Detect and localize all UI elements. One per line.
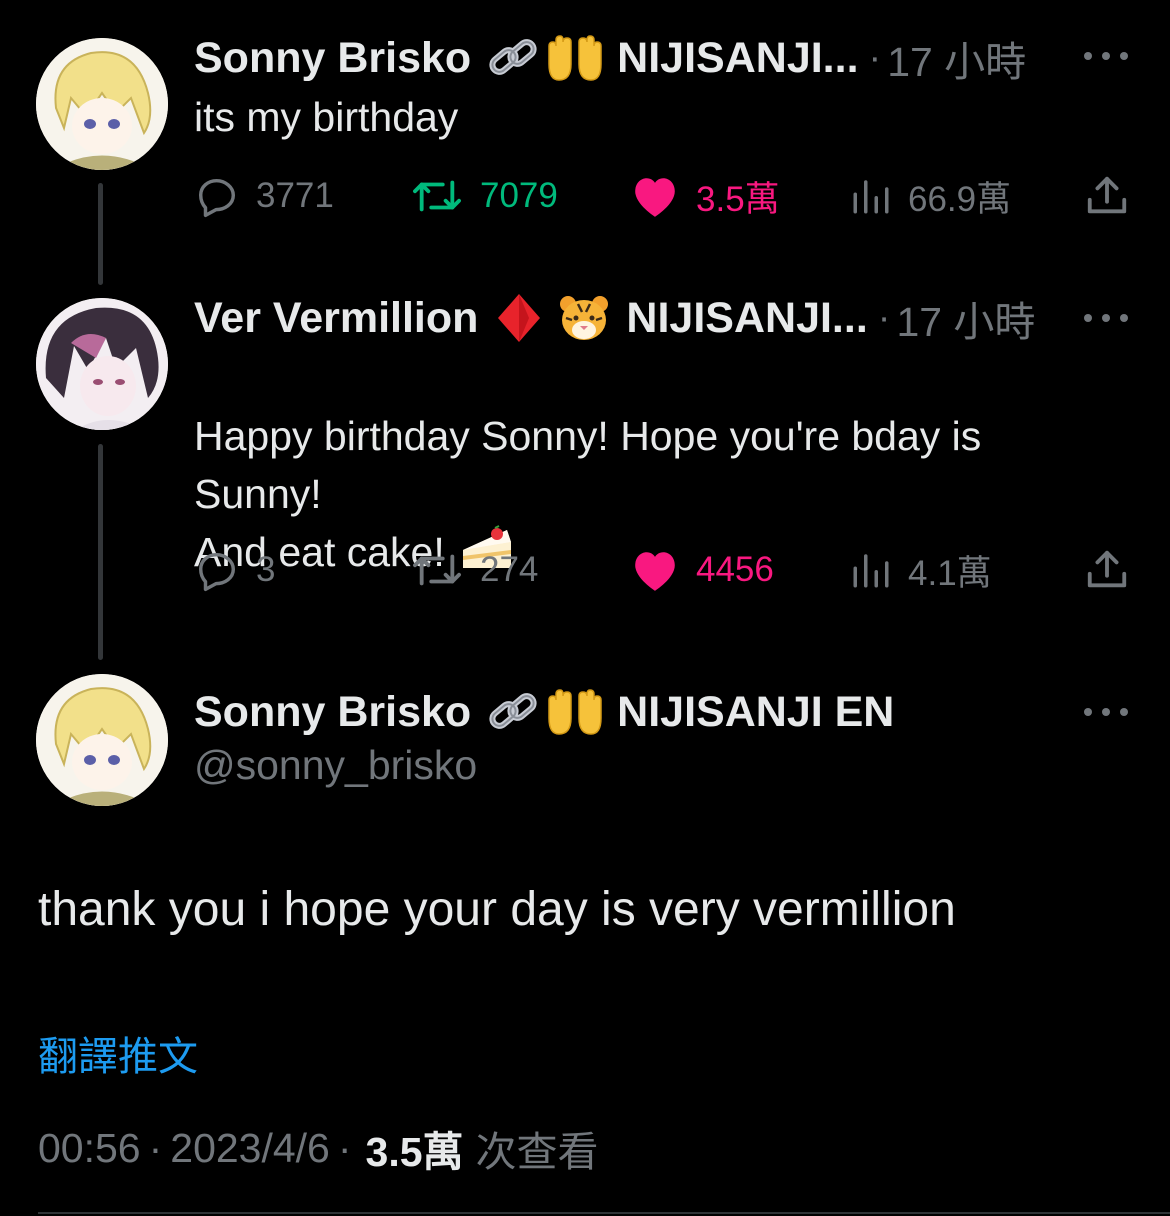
more-options-icon[interactable] <box>1084 312 1128 324</box>
like-button[interactable]: 4456 <box>630 540 774 600</box>
divider <box>38 1212 1170 1214</box>
thread-line <box>98 444 103 660</box>
retweet-icon <box>413 180 461 212</box>
tweet-actions: 3 274 4456 4.1萬 <box>194 540 1134 600</box>
tweet-text: its my birthday <box>194 94 459 140</box>
reply-button[interactable]: 3771 <box>194 166 334 226</box>
org-name: NIJISANJI EN <box>617 687 895 736</box>
views-button[interactable]: 66.9萬 <box>850 166 1011 226</box>
display-name[interactable]: Ver Vermillion <box>194 294 478 343</box>
raised-hands-icon <box>545 688 605 736</box>
like-button[interactable]: 3.5萬 <box>630 166 780 226</box>
reply-icon <box>198 178 236 218</box>
retweet-button[interactable]: 7079 <box>410 166 558 226</box>
views-icon <box>853 180 889 214</box>
views-button[interactable]: 4.1萬 <box>850 540 992 600</box>
reply-count: 3771 <box>256 176 334 215</box>
retweet-count: 274 <box>480 550 539 589</box>
tweet-time[interactable]: 00:56 <box>38 1125 141 1172</box>
share-icon <box>1087 550 1127 588</box>
tweet-date[interactable]: 2023/4/6 <box>170 1125 330 1172</box>
link-icon <box>485 34 541 82</box>
tweet-header: Sonny Brisko NIJISANJI EN <box>194 684 894 740</box>
heart-icon <box>635 178 675 217</box>
tweet-text: thank you i hope your day is very vermil… <box>38 883 956 936</box>
tweet-header: Ver Vermillion NIJISANJI... · 17 小時 <box>194 290 1035 346</box>
retweet-count: 7079 <box>480 176 558 215</box>
retweet-button[interactable]: 274 <box>410 540 538 600</box>
display-name[interactable]: Sonny Brisko <box>194 34 471 83</box>
tiger-icon <box>558 294 610 342</box>
separator-dot: · <box>337 1124 352 1171</box>
reply-icon <box>198 552 236 592</box>
views-label: 次查看 <box>475 1129 599 1175</box>
tweet-header: Sonny Brisko NIJISANJI... · 17 小時 <box>194 30 1026 86</box>
more-options-icon[interactable] <box>1084 50 1128 62</box>
avatar[interactable] <box>36 674 168 806</box>
org-name: NIJISANJI... <box>617 33 859 82</box>
timestamp[interactable]: 17 小時 <box>887 28 1026 88</box>
retweet-icon <box>413 554 461 586</box>
reply-count: 3 <box>256 550 276 589</box>
timestamp[interactable]: 17 小時 <box>896 288 1035 348</box>
like-count: 4456 <box>696 550 774 589</box>
separator-dot: · <box>148 1124 163 1171</box>
like-count: 3.5萬 <box>696 179 780 219</box>
org-name: NIJISANJI... <box>626 293 868 342</box>
tweet-actions: 3771 7079 3.5萬 66.9萬 <box>194 166 1134 226</box>
avatar[interactable] <box>36 298 168 430</box>
separator-dot: · <box>877 296 891 339</box>
display-name[interactable]: Sonny Brisko <box>194 688 471 737</box>
link-icon <box>485 688 541 736</box>
views-count: 66.9萬 <box>908 179 1012 219</box>
thread-line <box>98 183 103 285</box>
reply-button[interactable]: 3 <box>194 540 275 600</box>
tweet-meta: 00:56 · 2023/4/6 · 3.5萬 次查看 <box>38 1118 599 1178</box>
translate-link[interactable]: 翻譯推文 <box>38 1024 198 1082</box>
heart-icon <box>635 552 675 591</box>
raised-hands-icon <box>545 34 605 82</box>
diamond-icon <box>496 292 542 344</box>
views-count: 3.5萬 <box>365 1129 464 1175</box>
separator-dot: · <box>868 36 882 79</box>
views-icon <box>853 554 889 588</box>
share-button[interactable] <box>1084 540 1146 600</box>
share-button[interactable] <box>1084 166 1146 226</box>
more-options-icon[interactable] <box>1084 706 1128 718</box>
views-count: 4.1萬 <box>908 553 992 593</box>
share-icon <box>1087 176 1127 214</box>
avatar[interactable] <box>36 38 168 170</box>
user-handle[interactable]: @sonny_brisko <box>194 742 477 789</box>
